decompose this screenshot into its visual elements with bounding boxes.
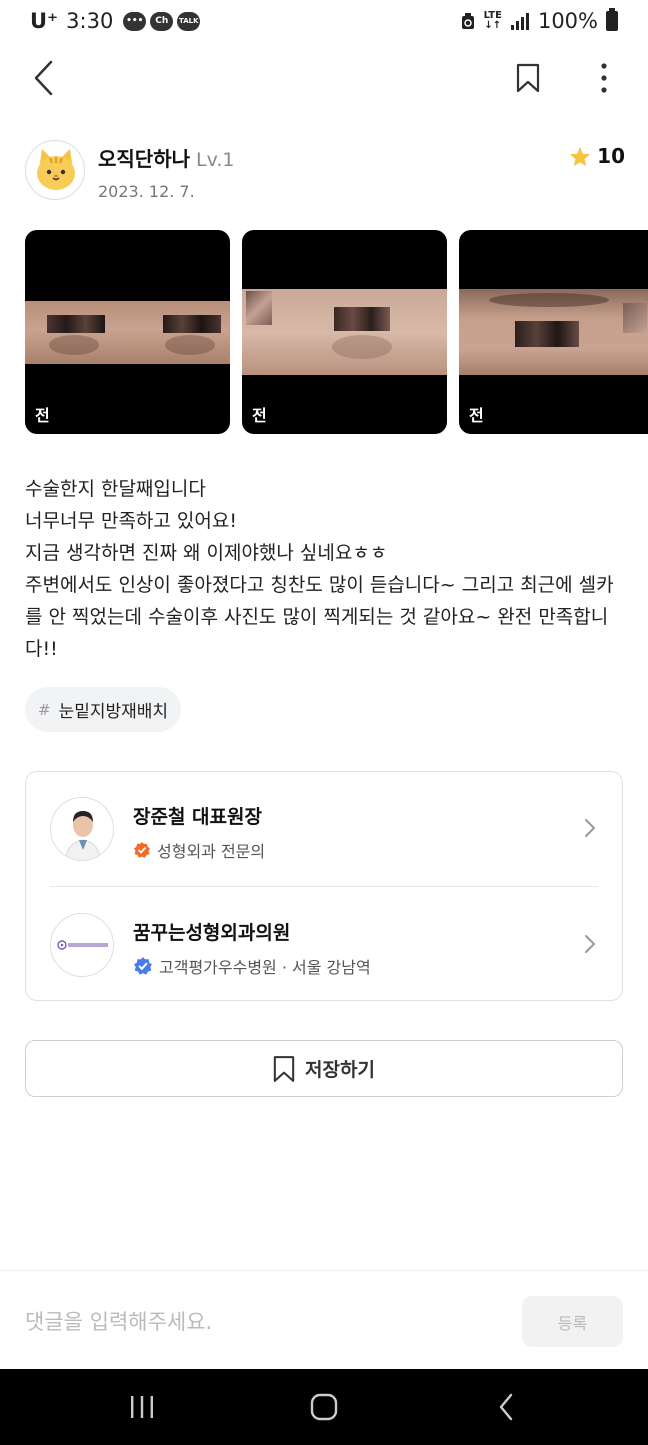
post-date: 2023. 12. 7. bbox=[98, 182, 195, 201]
bookmark-button[interactable] bbox=[506, 56, 550, 100]
photo-carousel[interactable]: 전 전 전 bbox=[25, 230, 648, 435]
author-level: Lv.1 bbox=[196, 149, 235, 171]
system-nav-bar bbox=[0, 1369, 648, 1445]
star-icon bbox=[570, 146, 591, 166]
save-button[interactable]: 저장하기 bbox=[25, 1040, 623, 1097]
photo-label: 전 bbox=[35, 406, 50, 425]
back-button[interactable] bbox=[22, 56, 66, 100]
mosaic-blur bbox=[246, 291, 272, 325]
doctor-specialty-line: 성형외과 전문의 bbox=[133, 838, 265, 862]
doctor-avatar bbox=[50, 797, 114, 861]
mosaic-blur bbox=[47, 315, 105, 333]
photo-image bbox=[459, 289, 648, 375]
rating: 10 bbox=[569, 144, 625, 168]
hash-icon: # bbox=[38, 700, 51, 719]
home-button[interactable] bbox=[294, 1383, 354, 1431]
undereye-shadow bbox=[332, 335, 392, 359]
cat-avatar-icon bbox=[37, 149, 75, 190]
battery-percent: 100% bbox=[537, 9, 598, 33]
photo-image bbox=[25, 301, 230, 364]
recycle-icon bbox=[461, 13, 474, 29]
doctor-chevron bbox=[584, 818, 596, 842]
hospital-name: 꿈꾸는성형외과의원 bbox=[133, 922, 291, 944]
mosaic-blur bbox=[163, 315, 221, 333]
top-toolbar bbox=[0, 50, 648, 106]
bookmark-icon bbox=[273, 1055, 295, 1082]
hashtag-label: 눈밑지방재배치 bbox=[58, 702, 169, 722]
author-name-line: 오직단하나 Lv.1 bbox=[98, 143, 234, 172]
hashtag-chip[interactable]: # 눈밑지방재배치 bbox=[25, 687, 182, 732]
undereye-shadow bbox=[49, 335, 99, 355]
post-body: 수술한지 한달째입니다 너무너무 만족하고 있어요! 지금 생각하면 진짜 왜 … bbox=[25, 478, 614, 660]
home-icon bbox=[310, 1393, 338, 1421]
chevron-right-icon bbox=[585, 819, 595, 837]
undereye-shadow bbox=[165, 335, 215, 355]
doctor-row[interactable]: 장준철 대표원장 성형외과 전문의 bbox=[26, 772, 622, 886]
status-bar: U⁺ 3:30 ••• Ch TALK LTE ↓↑ 100% bbox=[0, 0, 648, 44]
verified-check-icon bbox=[134, 957, 152, 975]
provider-card: 장준철 대표원장 성형외과 전문의 꿈꾸는성형외과의원 고객평가우수병원 · 서… bbox=[25, 771, 623, 1001]
doctor-name: 장준철 대표원장 bbox=[133, 806, 262, 828]
mosaic-blur bbox=[515, 321, 579, 347]
carrier-label: U⁺ bbox=[30, 9, 59, 33]
hospital-logo-icon bbox=[51, 914, 113, 976]
hospital-chevron bbox=[584, 934, 596, 958]
mosaic-blur bbox=[623, 303, 647, 333]
lte-indicator: LTE ↓↑ bbox=[483, 10, 502, 31]
verified-badge-icon bbox=[134, 842, 150, 858]
author-name[interactable]: 오직단하나 bbox=[98, 147, 190, 171]
more-button[interactable] bbox=[582, 56, 626, 100]
photo-image bbox=[242, 289, 447, 375]
photo-thumbnail[interactable]: 전 bbox=[459, 230, 648, 434]
recent-apps-icon bbox=[131, 1396, 153, 1418]
chevron-right-icon bbox=[585, 935, 595, 953]
notification-icons: ••• Ch TALK bbox=[123, 11, 201, 31]
hospital-row[interactable]: 꿈꾸는성형외과의원 고객평가우수병원 · 서울 강남역 bbox=[26, 888, 622, 1002]
doctor-photo-icon bbox=[51, 798, 113, 860]
author-header: 오직단하나 Lv.1 2023. 12. 7. 10 bbox=[25, 140, 625, 204]
mosaic-blur bbox=[334, 307, 390, 331]
comment-input[interactable]: 댓글을 입력해주세요. bbox=[25, 1306, 212, 1336]
clock: 3:30 bbox=[66, 9, 114, 33]
doctor-specialty: 성형외과 전문의 bbox=[157, 842, 266, 861]
back-icon bbox=[499, 1393, 513, 1421]
recent-apps-button[interactable] bbox=[112, 1383, 172, 1431]
hospital-info: 고객평가우수병원 · 서울 강남역 bbox=[159, 958, 371, 977]
hospital-info-line: 고객평가우수병원 · 서울 강남역 bbox=[133, 954, 371, 978]
talk-notification-icon: TALK bbox=[177, 11, 201, 31]
comment-bar: 댓글을 입력해주세요. 등록 bbox=[0, 1270, 648, 1369]
save-button-label: 저장하기 bbox=[305, 1059, 375, 1081]
photo-label: 전 bbox=[469, 406, 484, 425]
photo-label: 전 bbox=[252, 406, 267, 425]
lte-label: LTE bbox=[483, 10, 502, 21]
battery-icon bbox=[606, 8, 618, 31]
photo-thumbnail[interactable]: 전 bbox=[242, 230, 447, 434]
author-avatar[interactable] bbox=[25, 140, 85, 200]
more-vertical-icon bbox=[601, 63, 607, 93]
rating-value: 10 bbox=[597, 144, 625, 168]
status-right: LTE ↓↑ 100% bbox=[460, 8, 618, 33]
card-divider bbox=[50, 886, 598, 887]
channel-notification-icon: Ch bbox=[150, 11, 174, 31]
chevron-left-icon bbox=[34, 60, 53, 96]
bookmark-icon bbox=[516, 63, 540, 93]
eyebrow-shadow bbox=[489, 293, 609, 307]
nav-back-button[interactable] bbox=[476, 1383, 536, 1431]
photo-thumbnail[interactable]: 전 bbox=[25, 230, 230, 434]
signal-icon bbox=[510, 13, 529, 30]
hospital-logo bbox=[50, 913, 114, 977]
submit-comment-button[interactable]: 등록 bbox=[522, 1296, 623, 1347]
message-notification-icon: ••• bbox=[123, 11, 147, 31]
status-left: U⁺ 3:30 ••• Ch TALK bbox=[30, 9, 201, 33]
